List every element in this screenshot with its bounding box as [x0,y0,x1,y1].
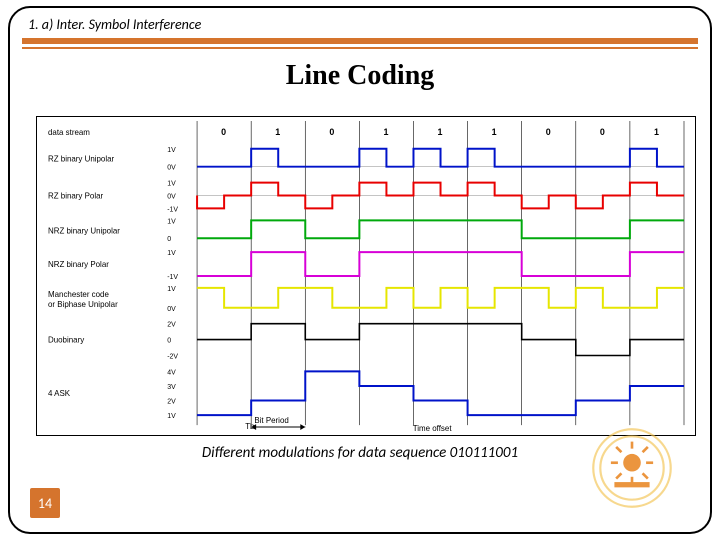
page-number: 14 [38,495,52,512]
svg-text:data stream: data stream [48,128,90,137]
svg-text:2V: 2V [167,399,176,406]
page-title: Line Coding [10,60,710,92]
svg-text:1V: 1V [167,147,176,154]
divider-thin [22,47,698,49]
svg-text:RZ binary Unipolar: RZ binary Unipolar [48,155,115,164]
svg-text:0: 0 [167,338,171,345]
svg-text:Duobinary: Duobinary [48,336,84,345]
svg-text:1: 1 [492,127,497,137]
svg-text:-1V: -1V [167,274,178,281]
svg-text:RZ binary Polar: RZ binary Polar [48,191,103,200]
svg-text:-1V: -1V [167,206,178,213]
svg-text:0: 0 [600,127,605,137]
svg-text:1: 1 [275,127,280,137]
svg-text:Tb: Tb [245,422,255,431]
svg-text:0: 0 [546,127,551,137]
svg-text:NRZ binary Unipolar: NRZ binary Unipolar [48,226,120,235]
line-coding-chart: 0 1 0 1 1 1 0 0 1 data stream RZ binary Unipolar 1V… [36,116,696,436]
svg-text:2V: 2V [167,322,176,329]
university-logo [588,424,676,512]
section-header: 1. a) Inter. Symbol Interference [28,16,201,33]
svg-text:1: 1 [438,127,443,137]
svg-text:4 ASK: 4 ASK [48,389,71,398]
svg-text:1V: 1V [167,413,176,420]
svg-text:0V: 0V [167,193,176,200]
svg-text:1V: 1V [167,286,176,293]
svg-text:1V: 1V [167,218,176,225]
svg-text:0V: 0V [167,165,176,172]
svg-text:or Biphase Unipolar: or Biphase Unipolar [48,300,118,309]
svg-text:1V: 1V [167,250,176,257]
svg-text:1: 1 [383,127,388,137]
svg-text:4V: 4V [167,369,176,376]
svg-text:NRZ binary Polar: NRZ binary Polar [48,260,109,269]
svg-text:1V: 1V [167,181,176,188]
svg-text:-2V: -2V [167,353,178,360]
svg-text:1: 1 [654,127,659,137]
svg-text:0: 0 [167,236,171,243]
svg-text:0V: 0V [167,306,176,313]
svg-text:Manchester code: Manchester code [48,290,109,299]
divider-thick [22,38,698,44]
page-number-badge: 14 [30,488,60,518]
svg-text:Bit Period: Bit Period [254,416,288,425]
svg-text:3V: 3V [167,384,176,391]
svg-text:Time offset: Time offset [413,424,453,433]
slide-frame: 1. a) Inter. Symbol Interference Line Co… [8,6,712,534]
svg-text:0: 0 [221,127,226,137]
svg-text:0: 0 [329,127,334,137]
